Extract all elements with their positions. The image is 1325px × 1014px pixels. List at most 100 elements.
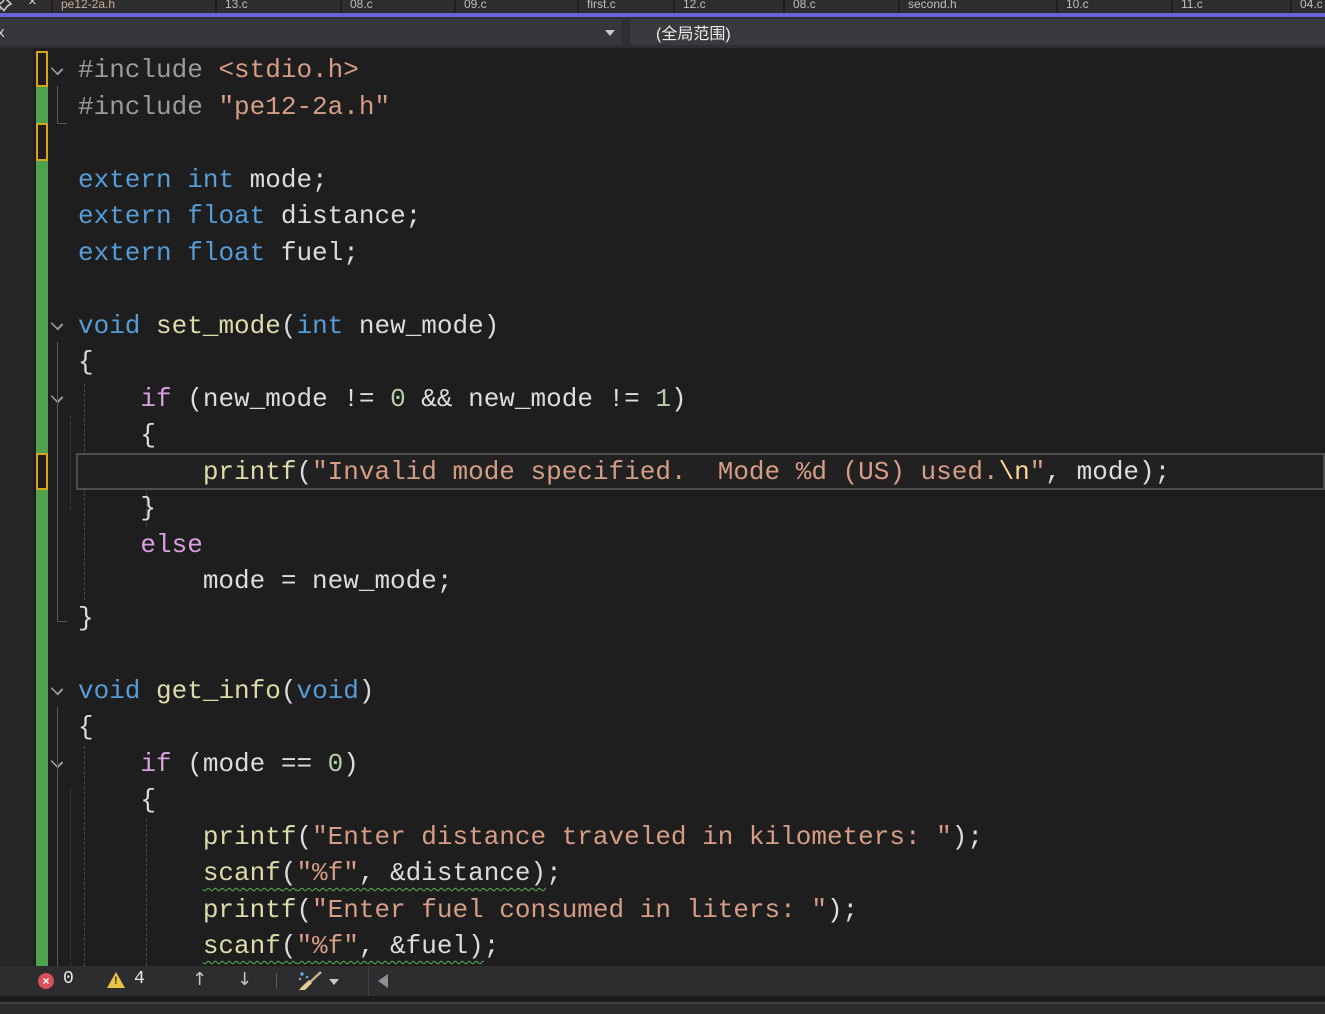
code-line[interactable]: { [0,709,1325,746]
horizontal-scrollbar-left-button[interactable] [378,974,388,988]
code-line[interactable] [0,636,1325,673]
code-line[interactable]: if (new_mode != 0 && new_mode != 1) [0,381,1325,418]
status-strip [0,1004,1325,1014]
code-line[interactable]: extern float distance; [0,198,1325,235]
project-dropdown[interactable]: x [0,19,622,45]
code-token: { [78,785,157,815]
code-line[interactable]: { [0,417,1325,454]
code-token: && new_mode != [405,383,656,414]
code-token: if [140,383,172,414]
code-token: } [78,493,157,523]
code-token-squiggle: "%f" [296,858,359,888]
tab-13.c[interactable]: 13.c [215,0,340,13]
code-line[interactable]: printf("Invalid mode specified. Mode %d … [0,454,1325,491]
code-line[interactable]: { [0,782,1325,819]
close-icon[interactable]: × [28,0,37,9]
code-token: int [187,164,235,195]
code-token: ( [280,675,297,706]
code-cleanup-dropdown-caret[interactable] [329,979,339,985]
pin-icon[interactable] [0,0,13,13]
code-token: ) [343,748,359,779]
code-line[interactable]: } [0,600,1325,637]
tab-first.c[interactable]: first.c [577,0,673,13]
tab-second.h[interactable]: second.h [898,0,1056,13]
ide-window: × pe12-2a.h 13.c 08.c 09.c first.c 12.c 08.c se… [0,0,1325,1014]
code-token: "Enter distance traveled in kilometers: … [312,821,952,852]
code-token-squiggle: , &fuel) [358,931,484,961]
code-token: #include [78,55,203,85]
next-issue-button[interactable]: ↓ [237,969,252,990]
tab-09.c[interactable]: 09.c [454,0,577,13]
code-token-squiggle: , &distance) [358,858,547,888]
tab-bar-controls: × [0,0,51,13]
code-line[interactable]: scanf("%f", &fuel); [0,928,1325,965]
tab-label: pe12-2a.h [61,0,116,11]
code-token-squiggle: scanf [202,858,281,888]
code-token: ) [670,383,687,414]
code-line[interactable] [0,125,1325,162]
code-line[interactable]: { [0,344,1325,381]
tab-12.c[interactable]: 12.c [673,0,783,13]
code-token: ); [951,821,983,852]
code-token: " [1029,456,1046,487]
code-token: } [78,602,94,633]
code-token: "Invalid mode specified. Mode %d (US) us… [312,456,999,487]
tab-08.c[interactable]: 08.c [783,0,898,13]
code-token: (new_mode != [171,383,391,414]
tab-pe12-2a.h[interactable]: pe12-2a.h [51,0,215,13]
code-line[interactable]: else [0,527,1325,564]
code-line[interactable]: printf("Enter distance traveled in kilom… [0,819,1325,856]
code-token: ( [296,456,313,487]
tab-10.c[interactable]: 10.c [1056,0,1171,13]
code-line[interactable]: #include <stdio.h> [0,52,1325,89]
code-line[interactable]: scanf("%f", &distance); [0,855,1325,892]
document-tab-bar: × pe12-2a.h 13.c 08.c 09.c first.c 12.c 08.c se… [0,0,1325,13]
tab-label: 08.c [793,0,816,11]
code-line[interactable]: void get_info(void) [0,673,1325,710]
tab-11.c[interactable]: 11.c [1171,0,1290,13]
previous-issue-button[interactable]: ↑ [192,969,207,990]
code-token: distance; [265,201,422,231]
code-line[interactable]: printf("Enter fuel consumed in liters: "… [0,892,1325,929]
code-line[interactable]: } [0,490,1325,527]
code-token-squiggle: scanf [202,931,281,961]
code-line[interactable]: if (mode == 0) [0,746,1325,783]
tab-08.c[interactable]: 08.c [340,0,454,13]
code-cleanup-broom-icon[interactable] [295,970,323,997]
error-icon[interactable]: × [38,973,54,989]
tab-label: 09.c [464,0,487,11]
code-line[interactable]: #include "pe12-2a.h" [0,89,1325,126]
code-token: \n [998,456,1030,487]
code-token: #include [78,91,203,122]
code-token: "Enter fuel consumed in liters: " [312,894,827,925]
code-token: float [187,201,266,231]
project-dropdown-text: x [0,24,5,41]
scope-dropdown[interactable]: (全局范围) [630,19,1325,45]
code-token: { [78,347,94,377]
tab-label: 11.c [1181,0,1203,11]
code-token: if [140,748,172,779]
error-count[interactable]: 0 [63,969,74,989]
code-line[interactable]: extern int mode; [0,162,1325,199]
code-line[interactable]: extern float fuel; [0,235,1325,272]
code-token: { [78,712,94,742]
code-editor[interactable]: #include <stdio.h> #include "pe12-2a.h" ex… [0,48,1325,966]
tab-04.c[interactable]: 04.c [1290,0,1325,13]
code-lines: #include <stdio.h> #include "pe12-2a.h" ex… [0,52,1325,965]
code-line[interactable] [0,271,1325,308]
code-token: ( [296,894,313,925]
code-line[interactable]: mode = new_mode; [0,563,1325,600]
code-line[interactable]: void set_mode(int new_mode) [0,308,1325,345]
code-token: (mode == [171,748,328,779]
warning-count[interactable]: 4 [134,969,145,989]
